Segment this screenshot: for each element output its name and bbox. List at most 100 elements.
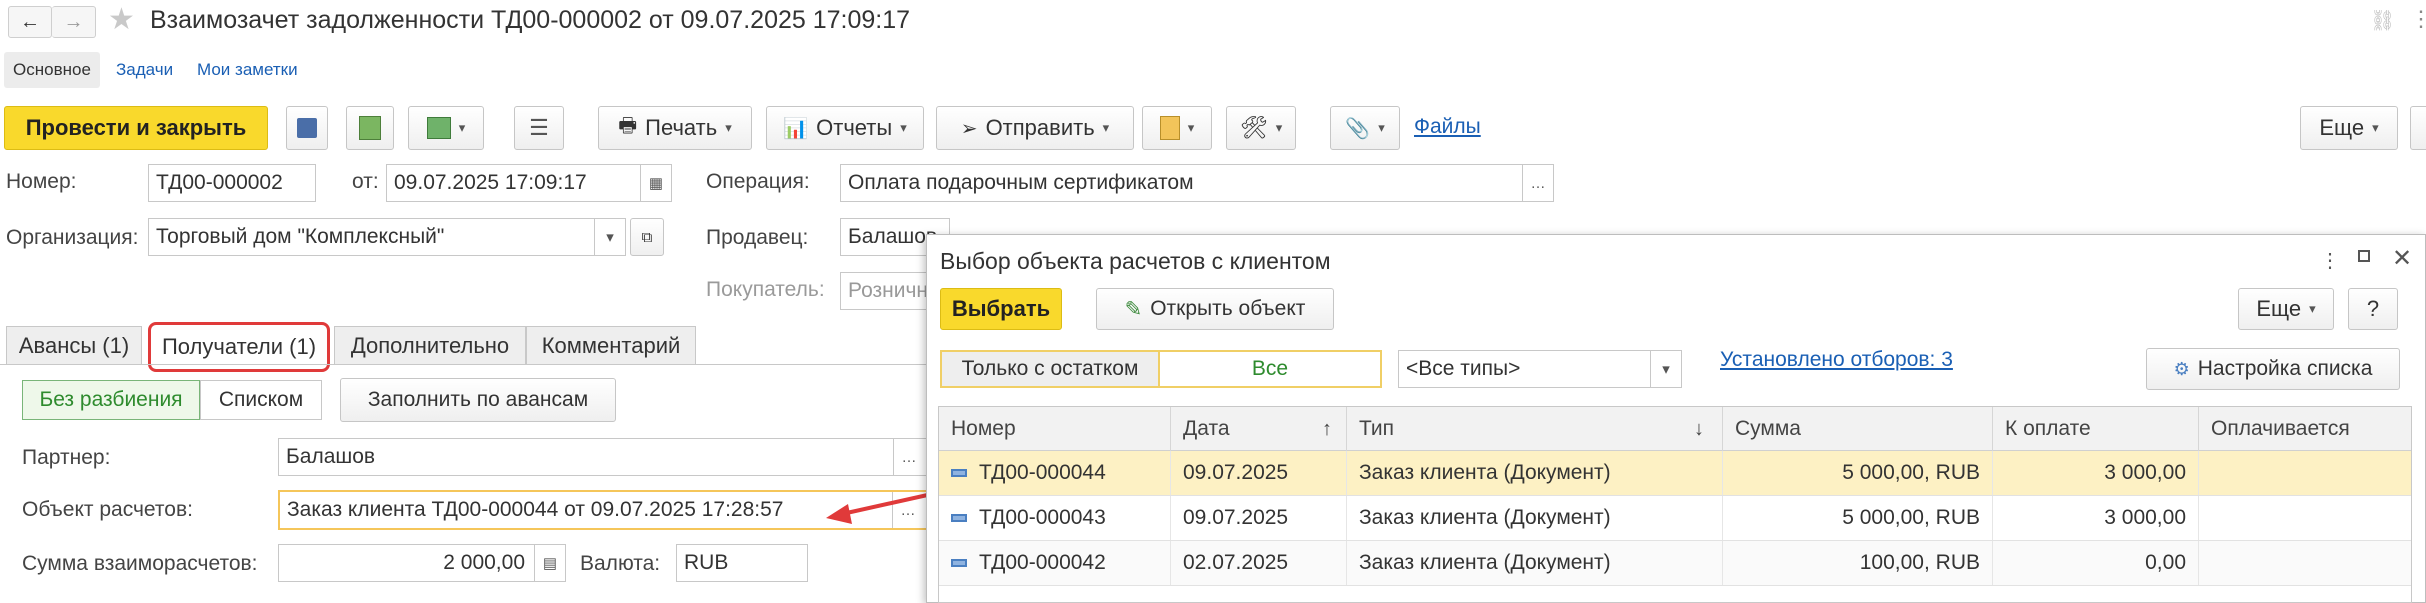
filter-all-toggle[interactable]: Все <box>1158 350 1382 388</box>
save-button[interactable] <box>286 106 328 150</box>
create-based-button[interactable]: ▾ <box>408 106 484 150</box>
ellipsis-icon[interactable]: … <box>893 439 924 475</box>
calculator-icon[interactable]: ▤ <box>534 545 565 581</box>
page-title: Взаимозачет задолженности ТД00-000002 от… <box>150 6 911 34</box>
select-button[interactable]: Выбрать <box>940 288 1062 330</box>
post-document-icon <box>359 116 381 140</box>
tab-additional[interactable]: Дополнительно <box>334 326 526 364</box>
tab-comment[interactable]: Комментарий <box>526 326 696 364</box>
open-organization-button[interactable]: ⧉ <box>630 218 664 256</box>
operation-field[interactable]: Оплата подарочным сертификатом … <box>840 164 1554 202</box>
open-object-button[interactable]: ✎ Открыть объект <box>1096 288 1334 330</box>
list-structure-icon: ☰ <box>529 115 549 140</box>
open-form-icon: ⧉ <box>641 228 653 246</box>
dialog-more-button[interactable]: Еще ▾ <box>2238 288 2334 330</box>
reports-button[interactable]: 📊 Отчеты ▾ <box>766 106 924 150</box>
post-button[interactable] <box>346 106 394 150</box>
tab-panel-divider <box>0 364 940 365</box>
currency-label: Валюта: <box>580 552 661 575</box>
dropdown-caret-icon: ▾ <box>1187 120 1195 135</box>
table-row-partial[interactable] <box>939 586 2411 602</box>
document-icon <box>951 559 967 567</box>
date-from-label: от: <box>352 170 379 193</box>
partner-field[interactable]: Балашов … <box>278 438 938 476</box>
tab-advances[interactable]: Авансы (1) <box>6 326 142 364</box>
printer-icon: 🖶 <box>618 115 638 137</box>
pencil-icon: ✎ <box>1124 297 1143 321</box>
sort-down-arrow-icon: ↓ <box>1694 417 1704 440</box>
dialog-more-vertical-icon[interactable]: ⋮ <box>2320 248 2340 273</box>
attachments-options-button[interactable]: ▾ <box>1142 106 1212 150</box>
seller-label: Продавец: <box>706 226 809 249</box>
send-arrow-icon: ➢ <box>960 117 978 140</box>
forward-button[interactable]: → <box>52 6 96 38</box>
mode-no-split-button[interactable]: Без разбиения <box>22 380 200 420</box>
favorite-star-icon[interactable]: ★ <box>108 2 135 37</box>
dialog-maximize-icon[interactable] <box>2358 250 2370 262</box>
organization-label: Организация: <box>6 226 139 249</box>
dropdown-caret-icon: ▾ <box>1275 120 1283 135</box>
tab-my-notes[interactable]: Мои заметки <box>197 60 298 80</box>
document-icon <box>951 469 967 477</box>
more-vertical-icon[interactable]: ⋮ <box>2410 6 2426 32</box>
table-row[interactable]: ТД00-000042 02.07.2025 Заказ клиента (До… <box>939 541 2411 586</box>
print-button[interactable]: 🖶 Печать ▾ <box>598 106 752 150</box>
document-clock-icon <box>1159 116 1180 140</box>
partner-label: Партнер: <box>22 446 111 469</box>
settlement-sum-label: Сумма взаиморасчетов: <box>22 552 258 575</box>
dropdown-caret-icon: ▾ <box>1102 120 1110 135</box>
filter-remaining-toggle[interactable]: Только с остатком <box>940 350 1158 388</box>
fill-by-advances-button[interactable]: Заполнить по авансам <box>340 378 616 422</box>
back-button[interactable]: ← <box>8 6 52 38</box>
paperclip-button[interactable]: 📎 ▾ <box>1330 106 1400 150</box>
arrow-right-icon: → <box>63 10 84 33</box>
col-number[interactable]: Номер <box>939 407 1171 451</box>
table-row[interactable]: ТД00-000044 09.07.2025 Заказ клиента (До… <box>939 451 2411 496</box>
organization-field[interactable]: Торговый дом "Комплексный" ▾ <box>148 218 626 256</box>
table-row[interactable]: ТД00-000043 09.07.2025 Заказ клиента (До… <box>939 496 2411 541</box>
col-type[interactable]: Тип ↓ <box>1347 407 1723 451</box>
tab-main[interactable]: Основное <box>4 52 100 88</box>
settlement-object-label: Объект расчетов: <box>22 498 193 521</box>
list-settings-button[interactable]: ⚙ Настройка списка <box>2146 348 2400 390</box>
col-to-pay[interactable]: К оплате <box>1993 407 2199 451</box>
files-link[interactable]: Файлы <box>1414 115 1481 139</box>
tab-tasks[interactable]: Задачи <box>116 60 173 80</box>
col-sum[interactable]: Сумма <box>1723 407 1993 451</box>
filters-set-link[interactable]: Установлено отборов: 3 <box>1720 348 1953 372</box>
col-date[interactable]: Дата ↑ <box>1171 407 1347 451</box>
document-icon <box>951 514 967 522</box>
paperclip-icon: 📎 <box>1345 117 1371 140</box>
more-button[interactable]: Еще ▾ <box>2300 106 2398 150</box>
post-and-close-button[interactable]: Провести и закрыть <box>4 106 268 150</box>
arrow-left-icon: ← <box>20 10 40 33</box>
dialog-help-button[interactable]: ? <box>2348 288 2398 330</box>
sort-up-arrow-icon: ↑ <box>1322 417 1332 440</box>
send-button[interactable]: ➢ Отправить ▾ <box>936 106 1134 150</box>
link-icon[interactable]: ⛓ <box>2370 8 2395 33</box>
dropdown-caret-icon: ▾ <box>2372 120 2379 135</box>
floppy-disk-icon <box>297 118 317 138</box>
dialog-close-icon[interactable]: ✕ <box>2392 244 2412 273</box>
mode-list-button[interactable]: Списком <box>200 380 322 420</box>
settlement-sum-field[interactable]: 2 000,00 ▤ <box>278 544 566 582</box>
tools-icon: 🛠 <box>1239 115 1268 140</box>
currency-field[interactable]: RUB <box>676 544 808 582</box>
chevron-down-icon[interactable]: ▾ <box>1650 351 1681 387</box>
structure-button[interactable]: ☰ <box>514 106 564 150</box>
report-icon: 📊 <box>783 117 809 140</box>
dropdown-caret-icon: ▾ <box>458 120 466 135</box>
number-label: Номер: <box>6 170 77 193</box>
help-button-partial[interactable] <box>2410 106 2426 150</box>
table-header: Номер Дата ↑ Тип ↓ Сумма К оплате Оплачи… <box>939 407 2411 451</box>
col-paying[interactable]: Оплачивается <box>2199 407 2411 451</box>
ellipsis-icon[interactable]: … <box>1522 165 1553 201</box>
types-select[interactable]: <Все типы> ▾ <box>1398 350 1682 388</box>
dialog-title: Выбор объекта расчетов с клиентом <box>940 248 1331 274</box>
calendar-icon[interactable]: ▦ <box>640 165 671 201</box>
number-field[interactable]: ТД00-000002 <box>148 164 316 202</box>
dropdown-caret-icon: ▾ <box>2309 301 2316 316</box>
tools-button[interactable]: 🛠 ▾ <box>1226 106 1296 150</box>
date-field[interactable]: 09.07.2025 17:09:17 ▦ <box>386 164 672 202</box>
chevron-down-icon[interactable]: ▾ <box>594 219 625 255</box>
